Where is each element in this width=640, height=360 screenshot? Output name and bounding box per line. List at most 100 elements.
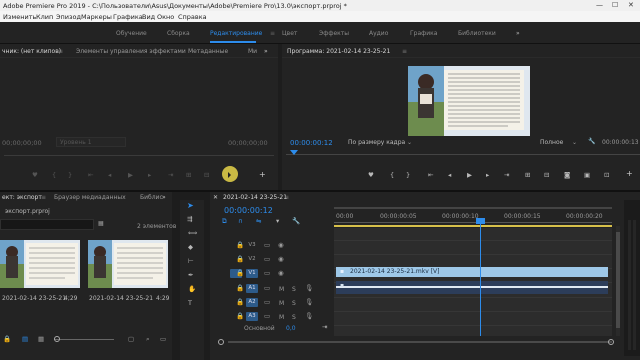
- timeline-playhead-line[interactable]: [480, 220, 481, 336]
- workspace-color[interactable]: Цвет: [282, 30, 297, 37]
- workspace-editing[interactable]: Редактирование: [210, 30, 262, 37]
- tab-project[interactable]: ект: экспорт: [2, 194, 42, 201]
- microphone-icon[interactable]: 🎙: [305, 299, 313, 306]
- go-to-in-icon[interactable]: ⇤: [88, 172, 93, 179]
- menu-view[interactable]: Вид: [142, 13, 155, 21]
- thumbnail-size-slider[interactable]: [54, 339, 114, 340]
- scroll-right-handle[interactable]: [608, 339, 614, 345]
- mute-button[interactable]: M: [279, 300, 284, 307]
- track-label[interactable]: V2: [246, 255, 258, 264]
- hand-tool-icon[interactable]: ✋: [188, 286, 196, 293]
- program-add-button-icon[interactable]: +: [626, 170, 633, 178]
- program-mark-out-icon[interactable]: }: [406, 172, 410, 179]
- lock-track-icon[interactable]: 🔒: [236, 242, 244, 249]
- tab-program[interactable]: Программа: 2021-02-14 23-25-21: [287, 48, 390, 55]
- new-bin-icon[interactable]: ▦: [98, 220, 104, 227]
- snap-icon[interactable]: ∩: [238, 218, 243, 225]
- minimize-icon[interactable]: —: [596, 1, 603, 9]
- icon-view-icon[interactable]: ▦: [38, 336, 44, 343]
- overwrite-icon[interactable]: ⊟: [204, 172, 209, 179]
- track-label[interactable]: A3: [246, 312, 258, 321]
- step-back-icon[interactable]: ◂: [108, 172, 111, 179]
- folder-icon[interactable]: ▭: [160, 336, 166, 343]
- program-go-out-icon[interactable]: ⇥: [504, 172, 509, 179]
- timeline-ruler[interactable]: 00:00 00:00:00:05 00:00:00:10 00:00:00:1…: [334, 204, 612, 227]
- lock-track-icon[interactable]: 🔒: [236, 285, 244, 292]
- lock-track-icon[interactable]: 🔒: [236, 313, 244, 320]
- audio-clip[interactable]: ▪: [336, 281, 608, 294]
- marker-icon[interactable]: ♥: [32, 172, 38, 179]
- timeline-horizontal-scrollbar[interactable]: [218, 339, 616, 345]
- mute-button[interactable]: M: [279, 286, 284, 293]
- new-item-icon[interactable]: ▢: [128, 336, 134, 343]
- menu-window[interactable]: Окно: [157, 13, 174, 21]
- project-more-icon[interactable]: »: [162, 194, 166, 201]
- tab-sequence[interactable]: 2021-02-14 23-25-21: [223, 194, 287, 201]
- work-area-bar[interactable]: [334, 207, 612, 209]
- scroll-left-handle[interactable]: [218, 339, 224, 345]
- program-menu-icon[interactable]: ≡: [402, 48, 407, 55]
- program-play-icon[interactable]: ▶: [467, 172, 472, 179]
- workspace-graphics[interactable]: Графика: [410, 30, 437, 37]
- tab-effect-controls[interactable]: Элементы управления эффектами: [76, 48, 186, 55]
- tab-source[interactable]: чник: (нет клипов): [2, 48, 61, 55]
- track-label[interactable]: A2: [246, 298, 258, 307]
- more-workspaces-icon[interactable]: »: [516, 30, 520, 37]
- eye-icon[interactable]: ◉: [278, 270, 284, 277]
- vertical-scroll-thumb[interactable]: [616, 232, 620, 328]
- solo-button[interactable]: S: [292, 314, 296, 321]
- project-menu-icon[interactable]: ≡: [41, 194, 46, 201]
- sequence-menu-icon[interactable]: ≡: [284, 194, 289, 201]
- selection-tool-icon[interactable]: ➤: [187, 202, 194, 210]
- lift-icon[interactable]: ⊞: [525, 172, 530, 179]
- menu-help[interactable]: Справка: [178, 13, 207, 21]
- sync-lock-icon[interactable]: ▭: [264, 256, 270, 263]
- microphone-icon[interactable]: 🎙: [305, 285, 313, 292]
- project-item-name[interactable]: 2021-02-14 23-25-21: [89, 295, 153, 302]
- list-view-icon[interactable]: ▤: [22, 336, 28, 343]
- mark-out-icon[interactable]: }: [68, 172, 72, 179]
- type-tool-icon[interactable]: T: [188, 300, 192, 307]
- razor-tool-icon[interactable]: ◆: [188, 244, 193, 251]
- button-editor-icon[interactable]: ⊡: [604, 172, 609, 179]
- timeline-timecode[interactable]: 00:00:00:12: [224, 206, 273, 215]
- sync-lock-icon[interactable]: ▭: [264, 270, 270, 277]
- sync-lock-icon[interactable]: ▭: [264, 242, 270, 249]
- menu-markers[interactable]: Маркеры: [81, 13, 112, 21]
- source-scrub-bar[interactable]: [4, 155, 274, 156]
- mute-button[interactable]: M: [279, 314, 284, 321]
- timeline-close-icon[interactable]: ✕: [213, 194, 218, 201]
- slip-tool-icon[interactable]: ⊢: [188, 258, 194, 265]
- lock-icon[interactable]: 🔒: [3, 336, 11, 343]
- menu-edit[interactable]: Изменить: [3, 13, 36, 21]
- workspace-libraries[interactable]: Библиотеки: [458, 30, 496, 37]
- workspace-menu-icon[interactable]: ≡: [270, 30, 275, 37]
- timeline-vertical-scrollbar[interactable]: [616, 226, 620, 336]
- lock-track-icon[interactable]: 🔒: [236, 270, 244, 277]
- wrench-icon[interactable]: 🔧: [588, 138, 595, 145]
- project-item-thumb[interactable]: [0, 240, 80, 288]
- program-timecode[interactable]: 00:00:00:12: [290, 139, 333, 147]
- linked-selection-icon[interactable]: ⇋: [256, 218, 261, 225]
- track-label[interactable]: V3: [246, 241, 258, 250]
- program-scrub-bar[interactable]: [286, 154, 640, 155]
- program-step-back-icon[interactable]: ◂: [448, 172, 451, 179]
- add-marker-icon[interactable]: ♥: [368, 172, 374, 179]
- add-button-icon[interactable]: +: [259, 171, 266, 179]
- quality-chevron-icon[interactable]: ⌄: [572, 139, 577, 146]
- master-volume-value[interactable]: 0,0: [286, 325, 296, 332]
- program-step-forward-icon[interactable]: ▸: [486, 172, 489, 179]
- add-marker-timeline-icon[interactable]: ▾: [276, 218, 279, 225]
- more-panels-icon[interactable]: »: [264, 48, 268, 55]
- thumbnail-size-handle[interactable]: [54, 336, 60, 342]
- track-label[interactable]: A1: [246, 284, 258, 293]
- menu-clip[interactable]: Клип: [36, 13, 53, 21]
- program-go-in-icon[interactable]: ⇤: [428, 172, 433, 179]
- tab-media-browser[interactable]: Браузер медиаданных: [54, 194, 126, 201]
- export-frame-icon[interactable]: ◙: [564, 172, 570, 179]
- fit-dropdown[interactable]: По размеру кадра: [348, 139, 405, 146]
- workspace-learning[interactable]: Обучение: [116, 30, 147, 37]
- pen-tool-icon[interactable]: ✒: [188, 272, 193, 279]
- workspace-audio[interactable]: Аудио: [369, 30, 388, 37]
- program-mark-in-icon[interactable]: {: [390, 172, 394, 179]
